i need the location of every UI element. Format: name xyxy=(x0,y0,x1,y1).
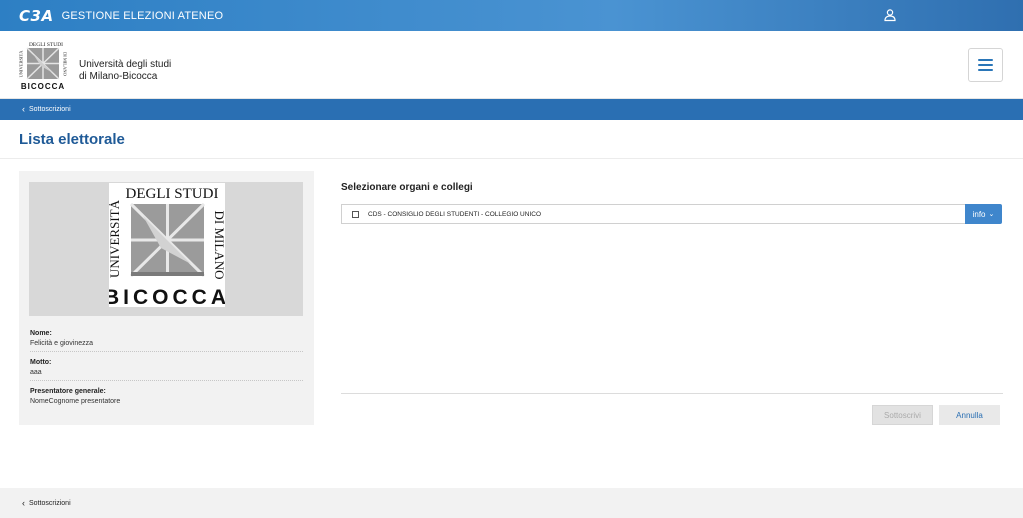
list-logo-area: DEGLI STUDI UNIVERSITÀ DI MILANO BICOCCA xyxy=(29,182,303,316)
logo-text-top: DEGLI STUDI xyxy=(126,186,219,202)
chevron-left-icon: ‹ xyxy=(22,497,25,508)
field-label: Motto: xyxy=(30,359,52,366)
logo-text-bottom: BICOCCA xyxy=(109,286,225,307)
info-dropdown-button[interactable]: info ⌄ xyxy=(965,204,1002,224)
logo-text-left: UNIVERSITÀ xyxy=(109,199,122,278)
cancel-button[interactable]: Annulla xyxy=(939,405,1000,425)
svg-text:BICOCCA: BICOCCA xyxy=(21,82,65,90)
menu-icon-bar xyxy=(978,69,993,71)
chevron-down-icon: ⌄ xyxy=(988,211,995,218)
brand[interactable]: C3A GESTIONE ELEZIONI ATENEO xyxy=(19,7,223,25)
university-name-line1: Università degli studi xyxy=(79,59,172,70)
footer-crumb-label: Sottoscrizioni xyxy=(29,499,71,507)
svg-text:UNIVERSITÀ: UNIVERSITÀ xyxy=(19,50,24,78)
logo-text-right: DI MILANO xyxy=(212,211,225,280)
selection-title: Selezionare organi e collegi xyxy=(341,182,473,193)
option-row[interactable]: CDS - CONSIGLIO DEGLI STUDENTI - COLLEGI… xyxy=(341,204,965,224)
list-info-card: DEGLI STUDI UNIVERSITÀ DI MILANO BICOCCA… xyxy=(19,171,314,425)
page-title: Lista elettorale xyxy=(19,131,125,148)
footer: ‹ Sottoscrizioni xyxy=(0,488,1023,518)
subscribe-button[interactable]: Sottoscrivi xyxy=(872,405,933,425)
field-nome: Nome: Felicità e giovinezza xyxy=(30,330,303,352)
university-name-line2: di Milano-Bicocca xyxy=(79,71,158,82)
field-presentatore: Presentatore generale: NomeCognome prese… xyxy=(30,388,303,405)
menu-icon-bar xyxy=(978,64,993,66)
field-value: NomeCognome presentatore xyxy=(30,398,121,405)
breadcrumb-back-link[interactable]: ‹ Sottoscrizioni xyxy=(22,104,71,114)
university-logo[interactable]: DEGLI STUDI UNIVERSITÀ DI MILANO BICOCCA xyxy=(19,40,67,90)
field-label: Nome: xyxy=(30,330,52,337)
field-motto: Motto: aaa xyxy=(30,359,303,381)
title-divider xyxy=(0,158,1023,159)
top-app-bar: C3A GESTIONE ELEZIONI ATENEO xyxy=(0,0,1023,31)
university-name: Università degli studi di Milano-Bicocca xyxy=(79,59,171,83)
app-title: GESTIONE ELEZIONI ATENEO xyxy=(61,9,224,22)
menu-icon-bar xyxy=(978,59,993,61)
svg-text:DEGLI STUDI: DEGLI STUDI xyxy=(29,42,63,48)
site-header: DEGLI STUDI UNIVERSITÀ DI MILANO BICOCCA… xyxy=(0,31,1023,99)
list-logo-image: DEGLI STUDI UNIVERSITÀ DI MILANO BICOCCA xyxy=(109,183,225,307)
field-value: Felicità e giovinezza xyxy=(30,340,94,347)
field-label: Presentatore generale: xyxy=(30,388,106,395)
checkbox-icon[interactable] xyxy=(352,210,359,218)
menu-button[interactable] xyxy=(968,48,1003,82)
chevron-left-icon: ‹ xyxy=(22,104,25,114)
option-label: CDS - CONSIGLIO DEGLI STUDENTI - COLLEGI… xyxy=(368,210,541,218)
breadcrumb-label: Sottoscrizioni xyxy=(29,106,71,113)
user-icon[interactable] xyxy=(883,8,897,22)
c3a-logo: C3A xyxy=(19,6,54,25)
field-value: aaa xyxy=(30,369,42,376)
footer-back-link[interactable]: ‹ Sottoscrizioni xyxy=(22,497,71,508)
svg-text:DI MILANO: DI MILANO xyxy=(63,52,68,77)
info-label: info xyxy=(972,209,986,219)
breadcrumb-bar: ‹ Sottoscrizioni xyxy=(0,99,1023,120)
actions-divider xyxy=(341,393,1003,394)
